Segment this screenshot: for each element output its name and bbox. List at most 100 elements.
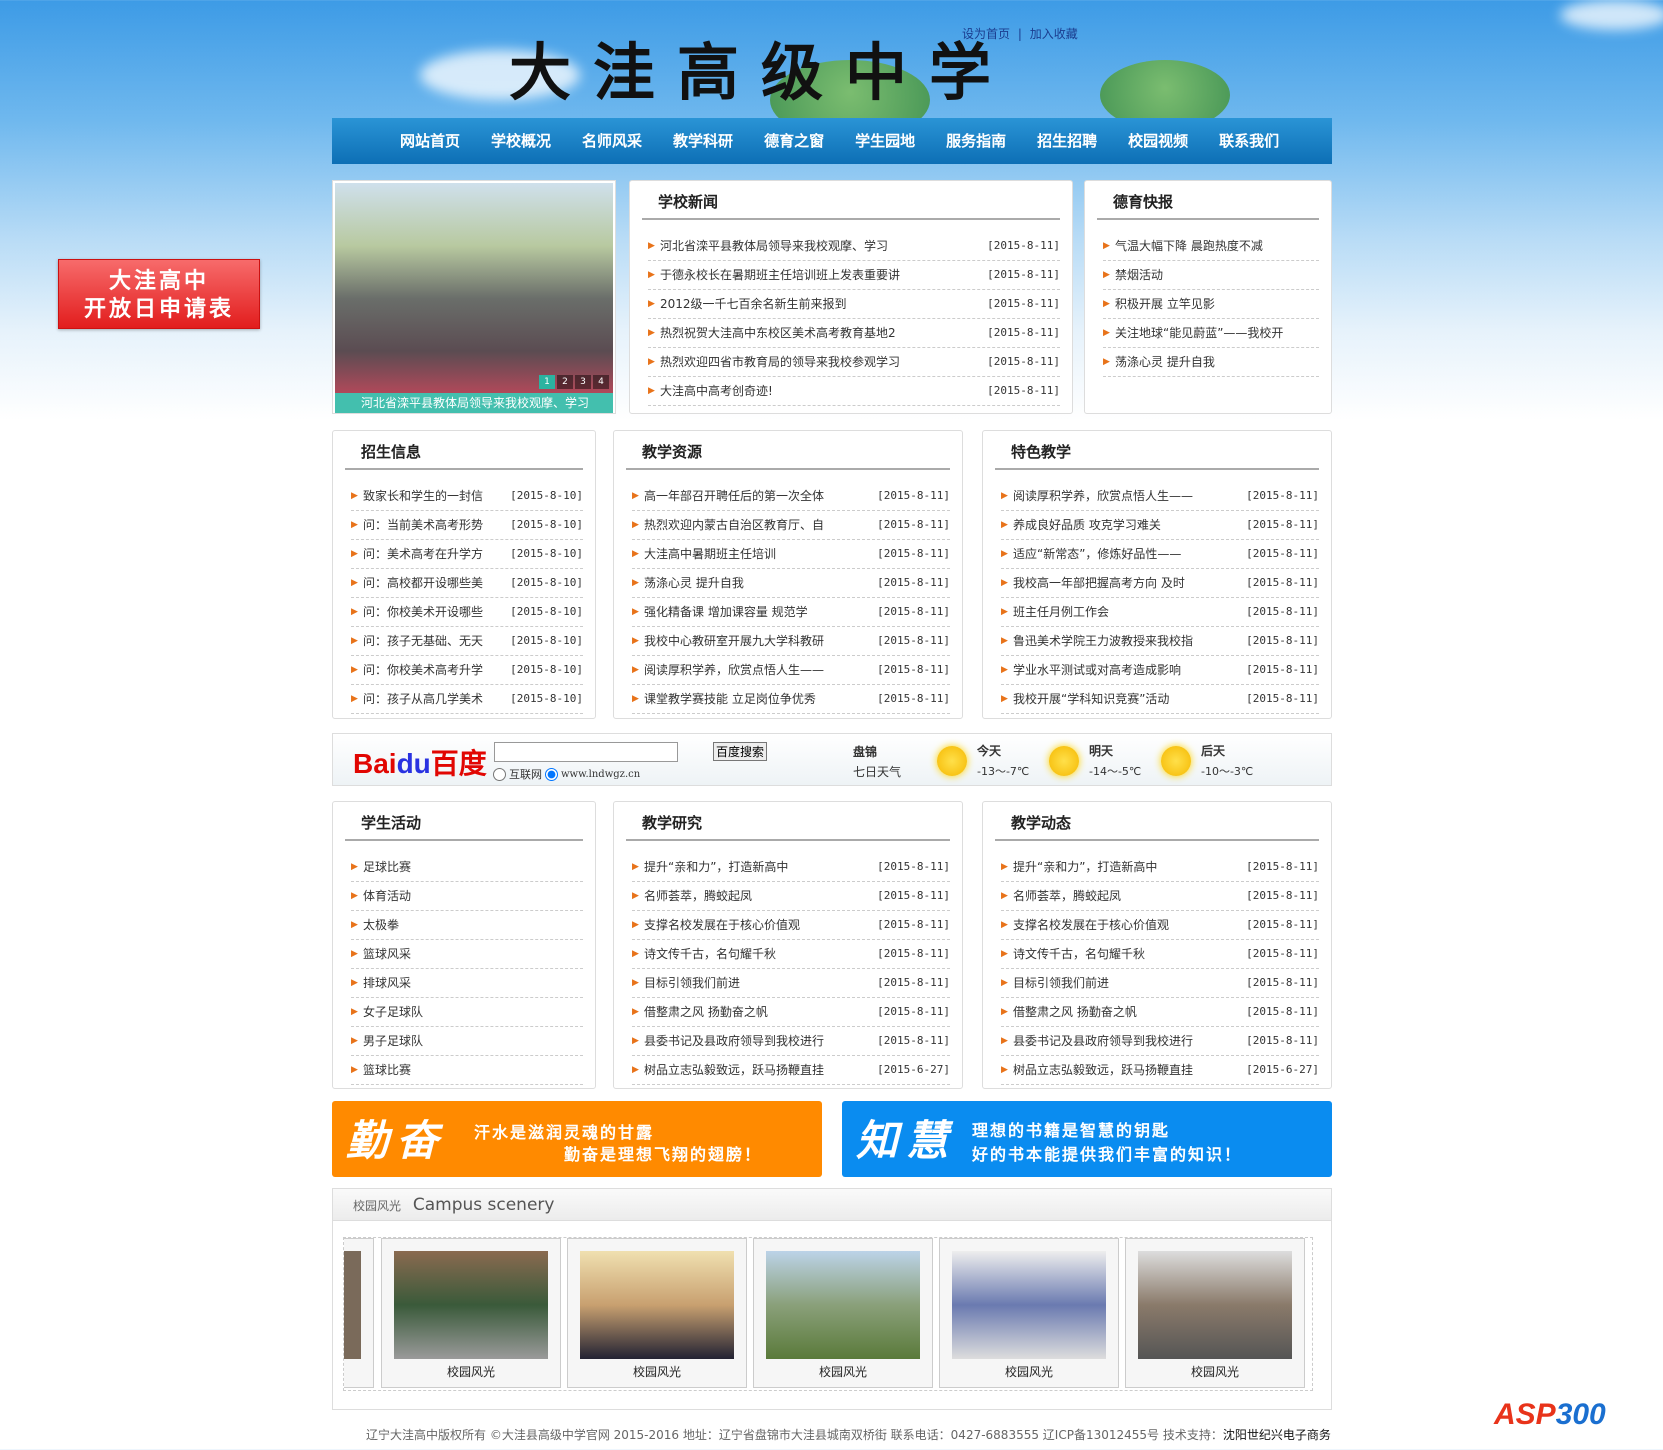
campus-photo-image[interactable] (580, 1251, 734, 1359)
campus-photo[interactable]: 校园风光 (753, 1238, 933, 1388)
list-item[interactable]: ▶ 高一年部召开聘任后的第一次全体 [2015-8-11] (632, 482, 950, 511)
list-item[interactable]: ▶ 热烈欢迎内蒙古自治区教育厅、自 [2015-8-11] (632, 511, 950, 540)
slider-page-button[interactable]: 1 (539, 375, 555, 389)
list-item[interactable]: ▶ 目标引领我们前进 [2015-8-11] (632, 969, 950, 998)
radio-internet[interactable] (493, 767, 506, 781)
list-item[interactable]: ▶ 课堂教学赛技能 立足岗位争优秀 [2015-8-11] (632, 685, 950, 714)
item-title[interactable]: 女子足球队 (363, 998, 583, 1026)
campus-photo-carousel[interactable]: 校园风光 校园风光 校园风光 校园风光 校园风光 (343, 1237, 1313, 1391)
item-title[interactable]: 借整肃之风 扬勤奋之帆 (644, 998, 877, 1026)
item-title[interactable]: 支撑名校发展在于核心价值观 (1013, 911, 1246, 939)
nav-item[interactable]: 德育之窗 (764, 118, 824, 164)
item-title[interactable]: 积极开展 立竿见影 (1115, 290, 1319, 318)
list-item[interactable]: ▶ 男子足球队 (351, 1027, 583, 1056)
item-title[interactable]: 问：美术高考在升学方 (363, 540, 510, 568)
item-title[interactable]: 提升“亲和力”，打造新高中 (644, 853, 877, 881)
section-title[interactable]: 教学研究 (626, 812, 950, 841)
list-item[interactable]: ▶ 热烈欢迎四省市教育局的领导来我校参观学习 [2015-8-11] (648, 348, 1060, 377)
campus-photo[interactable]: 校园风光 (1125, 1238, 1305, 1388)
nav-item[interactable]: 网站首页 (400, 118, 460, 164)
list-item[interactable]: ▶ 问：你校美术开设哪些 [2015-8-10] (351, 598, 583, 627)
nav-item[interactable]: 校园视频 (1128, 118, 1188, 164)
list-item[interactable]: ▶ 我校中心教研室开展九大学科教研 [2015-8-11] (632, 627, 950, 656)
item-title[interactable]: 我校高一年部把握高考方向 及时 (1013, 569, 1246, 597)
baidu-search-button[interactable]: 百度搜索 (713, 742, 768, 761)
list-item[interactable]: ▶ 荡涤心灵 提升自我 [2015-8-11] (632, 569, 950, 598)
section-title[interactable]: 德育快报 (1097, 191, 1319, 220)
item-title[interactable]: 适应“新常态”，修炼好品性—— (1013, 540, 1246, 568)
list-item[interactable]: ▶ 我校开展“学科知识竞赛”活动 [2015-8-11] (1001, 685, 1319, 714)
campus-photo[interactable]: 校园风光 (381, 1238, 561, 1388)
item-title[interactable]: 班主任月例工作会 (1013, 598, 1246, 626)
weather-subtitle[interactable]: 七日天气 (853, 763, 901, 780)
item-title[interactable]: 借整肃之风 扬勤奋之帆 (1013, 998, 1246, 1026)
item-title[interactable]: 体育活动 (363, 882, 583, 910)
list-item[interactable]: ▶ 热烈祝贺大洼高中东校区美术高考教育基地2 [2015-8-11] (648, 319, 1060, 348)
list-item[interactable]: ▶ 篮球比赛 (351, 1056, 583, 1085)
add-favorite-link[interactable]: 加入收藏 (1030, 27, 1078, 41)
item-title[interactable]: 关注地球“能见蔚蓝”——我校开 (1115, 319, 1319, 347)
campus-photo-image[interactable] (394, 1251, 548, 1359)
item-title[interactable]: 排球风采 (363, 969, 583, 997)
item-title[interactable]: 热烈祝贺大洼高中东校区美术高考教育基地2 (660, 319, 987, 347)
campus-photo-image[interactable] (1138, 1251, 1292, 1359)
tech-support-link[interactable]: 沈阳世纪兴电子商务 (1223, 1428, 1331, 1442)
list-item[interactable]: ▶ 鲁迅美术学院王力波教授来我校指 [2015-8-11] (1001, 627, 1319, 656)
item-title[interactable]: 热烈欢迎内蒙古自治区教育厅、自 (644, 511, 877, 539)
news-slider[interactable]: 1234 河北省滦平县教体局领导来我校观摩、学习 (332, 180, 616, 414)
list-item[interactable]: ▶ 提升“亲和力”，打造新高中 [2015-8-11] (632, 853, 950, 882)
list-item[interactable]: ▶ 河北省滦平县教体局领导来我校观摩、学习 [2015-8-11] (648, 232, 1060, 261)
campus-photo-image[interactable] (952, 1251, 1106, 1359)
item-title[interactable]: 男子足球队 (363, 1027, 583, 1055)
list-item[interactable]: ▶ 荡涤心灵 提升自我 (1103, 348, 1319, 377)
radio-site[interactable] (545, 767, 558, 781)
item-title[interactable]: 名师荟萃，腾蛟起凤 (644, 882, 877, 910)
item-title[interactable]: 问：当前美术高考形势 (363, 511, 510, 539)
list-item[interactable]: ▶ 问：高校都开设哪些美 [2015-8-10] (351, 569, 583, 598)
list-item[interactable]: ▶ 致家长和学生的一封信 [2015-8-10] (351, 482, 583, 511)
item-title[interactable]: 篮球风采 (363, 940, 583, 968)
list-item[interactable]: ▶ 支撑名校发展在于核心价值观 [2015-8-11] (1001, 911, 1319, 940)
item-title[interactable]: 问：你校美术开设哪些 (363, 598, 510, 626)
item-title[interactable]: 荡涤心灵 提升自我 (644, 569, 877, 597)
item-title[interactable]: 2012级一千七百余名新生前来报到 (660, 290, 987, 318)
list-item[interactable]: ▶ 大洼高中高考创奇迹! [2015-8-11] (648, 377, 1060, 406)
item-title[interactable]: 问：高校都开设哪些美 (363, 569, 510, 597)
list-item[interactable]: ▶ 积极开展 立竿见影 (1103, 290, 1319, 319)
list-item[interactable]: ▶ 养成良好品质 攻克学习难关 [2015-8-11] (1001, 511, 1319, 540)
item-title[interactable]: 养成良好品质 攻克学习难关 (1013, 511, 1246, 539)
list-item[interactable]: ▶ 名师荟萃，腾蛟起凤 [2015-8-11] (632, 882, 950, 911)
item-title[interactable]: 问：孩子从高几学美术 (363, 685, 510, 713)
list-item[interactable]: ▶ 提升“亲和力”，打造新高中 [2015-8-11] (1001, 853, 1319, 882)
list-item[interactable]: ▶ 问：孩子无基础、无天 [2015-8-10] (351, 627, 583, 656)
slider-page-button[interactable]: 2 (557, 375, 573, 389)
nav-item[interactable]: 学校概况 (491, 118, 551, 164)
item-title[interactable]: 鲁迅美术学院王力波教授来我校指 (1013, 627, 1246, 655)
list-item[interactable]: ▶ 关注地球“能见蔚蓝”——我校开 (1103, 319, 1319, 348)
item-title[interactable]: 学业水平测试或对高考造成影响 (1013, 656, 1246, 684)
item-title[interactable]: 我校中心教研室开展九大学科教研 (644, 627, 877, 655)
slider-image[interactable]: 1234 (335, 183, 613, 393)
banner-wisdom[interactable]: 知慧 理想的书籍是智慧的钥匙 好的书本能提供我们丰富的知识！ (842, 1101, 1332, 1177)
search-input[interactable] (494, 742, 678, 762)
list-item[interactable]: ▶ 篮球风采 (351, 940, 583, 969)
item-title[interactable]: 诗文传千古，名句耀千秋 (644, 940, 877, 968)
item-title[interactable]: 致家长和学生的一封信 (363, 482, 510, 510)
list-item[interactable]: ▶ 阅读厚积学养，欣赏点悟人生—— [2015-8-11] (632, 656, 950, 685)
item-title[interactable]: 提升“亲和力”，打造新高中 (1013, 853, 1246, 881)
list-item[interactable]: ▶ 诗文传千古，名句耀千秋 [2015-8-11] (632, 940, 950, 969)
item-title[interactable]: 强化精备课 增加课容量 规范学 (644, 598, 877, 626)
item-title[interactable]: 阅读厚积学养，欣赏点悟人生—— (1013, 482, 1246, 510)
list-item[interactable]: ▶ 名师荟萃，腾蛟起凤 [2015-8-11] (1001, 882, 1319, 911)
nav-item[interactable]: 学生园地 (855, 118, 915, 164)
item-title[interactable]: 我校开展“学科知识竞赛”活动 (1013, 685, 1246, 713)
slider-caption[interactable]: 河北省滦平县教体局领导来我校观摩、学习 (335, 393, 613, 413)
item-title[interactable]: 目标引领我们前进 (644, 969, 877, 997)
campus-photo-partial[interactable] (344, 1238, 374, 1388)
list-item[interactable]: ▶ 我校高一年部把握高考方向 及时 [2015-8-11] (1001, 569, 1319, 598)
item-title[interactable]: 足球比赛 (363, 853, 583, 881)
item-title[interactable]: 诗文传千古，名句耀千秋 (1013, 940, 1246, 968)
list-item[interactable]: ▶ 大洼高中暑期班主任培训 [2015-8-11] (632, 540, 950, 569)
list-item[interactable]: ▶ 借整肃之风 扬勤奋之帆 [2015-8-11] (1001, 998, 1319, 1027)
item-title[interactable]: 课堂教学赛技能 立足岗位争优秀 (644, 685, 877, 713)
